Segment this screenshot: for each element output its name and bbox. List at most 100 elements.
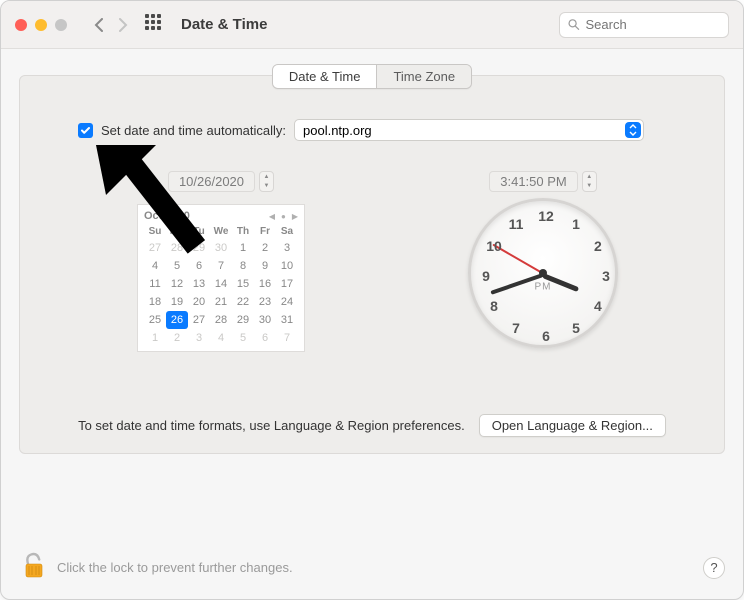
prefs-window: Date & Time Date & Time Time Zone Set da… xyxy=(0,0,744,600)
clock-numeral: 6 xyxy=(542,328,550,344)
clock-numeral: 10 xyxy=(486,238,502,254)
calendar-day[interactable]: 5 xyxy=(232,329,254,347)
clock-numeral: 5 xyxy=(572,320,580,336)
calendar-day[interactable]: 17 xyxy=(276,275,298,293)
calendar-day[interactable]: 24 xyxy=(276,293,298,311)
calendar-dow: Mo xyxy=(166,224,188,239)
page-title: Date & Time xyxy=(181,16,559,33)
format-row: To set date and time formats, use Langua… xyxy=(20,414,724,437)
show-all-icon[interactable] xyxy=(145,14,167,36)
date-stepper-buttons[interactable]: ▲▼ xyxy=(259,171,274,192)
auto-set-label: Set date and time automatically: xyxy=(101,123,286,138)
calendar-day[interactable]: 28 xyxy=(166,239,188,257)
lock-icon[interactable] xyxy=(23,552,45,583)
calendar-day[interactable]: 14 xyxy=(210,275,232,293)
calendar-day[interactable]: 7 xyxy=(276,329,298,347)
calendar-dow: We xyxy=(210,224,232,239)
calendar-month-label: Oct 2020 xyxy=(144,210,269,222)
footer-text: Click the lock to prevent further change… xyxy=(57,560,703,575)
cal-prev-icon[interactable]: ◀ xyxy=(269,212,275,221)
clock-numeral: 9 xyxy=(482,268,490,284)
calendar-day[interactable]: 11 xyxy=(144,275,166,293)
time-stepper-buttons[interactable]: ▲▼ xyxy=(582,171,597,192)
calendar-day[interactable]: 13 xyxy=(188,275,210,293)
calendar-day[interactable]: 6 xyxy=(254,329,276,347)
search-icon xyxy=(568,18,580,31)
calendar-day[interactable]: 9 xyxy=(254,257,276,275)
time-stepper[interactable]: 3:41:50 PM ▲▼ xyxy=(489,171,597,192)
chevrons-icon xyxy=(629,124,637,136)
calendar-day[interactable]: 2 xyxy=(166,329,188,347)
calendar-day[interactable]: 22 xyxy=(232,293,254,311)
calendar-day[interactable]: 4 xyxy=(210,329,232,347)
calendar-day[interactable]: 8 xyxy=(232,257,254,275)
date-stepper[interactable]: 10/26/2020 ▲▼ xyxy=(168,171,274,192)
search-input[interactable] xyxy=(586,17,721,32)
tab-date-time[interactable]: Date & Time xyxy=(273,65,378,88)
clock-numeral: 2 xyxy=(594,238,602,254)
calendar-day[interactable]: 29 xyxy=(188,239,210,257)
calendar-day[interactable]: 25 xyxy=(144,311,166,329)
calendar-nav[interactable]: ◀ ● ▶ xyxy=(269,212,298,221)
calendar-day[interactable]: 20 xyxy=(188,293,210,311)
open-language-region-button[interactable]: Open Language & Region... xyxy=(479,414,666,437)
calendar-day[interactable]: 21 xyxy=(210,293,232,311)
cal-today-icon[interactable]: ● xyxy=(281,212,286,221)
calendar-day[interactable]: 4 xyxy=(144,257,166,275)
calendar-day[interactable]: 3 xyxy=(276,239,298,257)
content-panel: Date & Time Time Zone Set date and time … xyxy=(19,75,725,454)
clock-numeral: 1 xyxy=(572,216,580,232)
calendar-day[interactable]: 1 xyxy=(232,239,254,257)
help-button[interactable]: ? xyxy=(703,557,725,579)
calendar-day[interactable]: 26 xyxy=(166,311,188,329)
search-field[interactable] xyxy=(559,12,729,38)
calendar-day[interactable]: 27 xyxy=(188,311,210,329)
traffic-lights xyxy=(15,19,67,31)
calendar-day[interactable]: 7 xyxy=(210,257,232,275)
calendar-day[interactable]: 16 xyxy=(254,275,276,293)
clock-ampm-label: PM xyxy=(535,282,552,293)
calendar-dow: Th xyxy=(232,224,254,239)
calendar-day[interactable]: 19 xyxy=(166,293,188,311)
clock-numeral: 7 xyxy=(512,320,520,336)
minimize-window-button[interactable] xyxy=(35,19,47,31)
zoom-window-button[interactable] xyxy=(55,19,67,31)
close-window-button[interactable] xyxy=(15,19,27,31)
calendar[interactable]: Oct 2020 ◀ ● ▶ SuMoTuWeThFrSa27282930123… xyxy=(137,204,305,352)
calendar-day[interactable]: 31 xyxy=(276,311,298,329)
calendar-day[interactable]: 5 xyxy=(166,257,188,275)
auto-set-checkbox[interactable] xyxy=(78,123,93,138)
calendar-dow: Sa xyxy=(276,224,298,239)
calendar-day[interactable]: 6 xyxy=(188,257,210,275)
analog-clock: PM 123456789101112 xyxy=(468,198,618,348)
calendar-day[interactable]: 23 xyxy=(254,293,276,311)
calendar-day[interactable]: 29 xyxy=(232,311,254,329)
calendar-day[interactable]: 2 xyxy=(254,239,276,257)
time-input[interactable]: 3:41:50 PM xyxy=(489,171,578,192)
forward-button[interactable] xyxy=(111,13,135,37)
auto-set-row: Set date and time automatically: xyxy=(78,119,694,141)
clock-numeral: 11 xyxy=(509,216,524,232)
clock-numeral: 4 xyxy=(594,298,602,314)
calendar-day[interactable]: 1 xyxy=(144,329,166,347)
format-label: To set date and time formats, use Langua… xyxy=(78,418,465,433)
tab-time-zone[interactable]: Time Zone xyxy=(377,65,471,88)
calendar-day[interactable]: 10 xyxy=(276,257,298,275)
calendar-day[interactable]: 30 xyxy=(254,311,276,329)
back-button[interactable] xyxy=(87,13,111,37)
date-input[interactable]: 10/26/2020 xyxy=(168,171,255,192)
titlebar: Date & Time xyxy=(1,1,743,49)
calendar-day[interactable]: 12 xyxy=(166,275,188,293)
calendar-day[interactable]: 15 xyxy=(232,275,254,293)
calendar-day[interactable]: 27 xyxy=(144,239,166,257)
ntp-dropdown-button[interactable] xyxy=(625,122,641,138)
clock-numeral: 3 xyxy=(602,268,610,284)
calendar-day[interactable]: 30 xyxy=(210,239,232,257)
ntp-server-field[interactable] xyxy=(294,119,644,141)
cal-next-icon[interactable]: ▶ xyxy=(292,212,298,221)
calendar-day[interactable]: 28 xyxy=(210,311,232,329)
calendar-day[interactable]: 3 xyxy=(188,329,210,347)
ntp-server-input[interactable] xyxy=(303,123,625,138)
clock-center xyxy=(539,269,547,277)
calendar-day[interactable]: 18 xyxy=(144,293,166,311)
